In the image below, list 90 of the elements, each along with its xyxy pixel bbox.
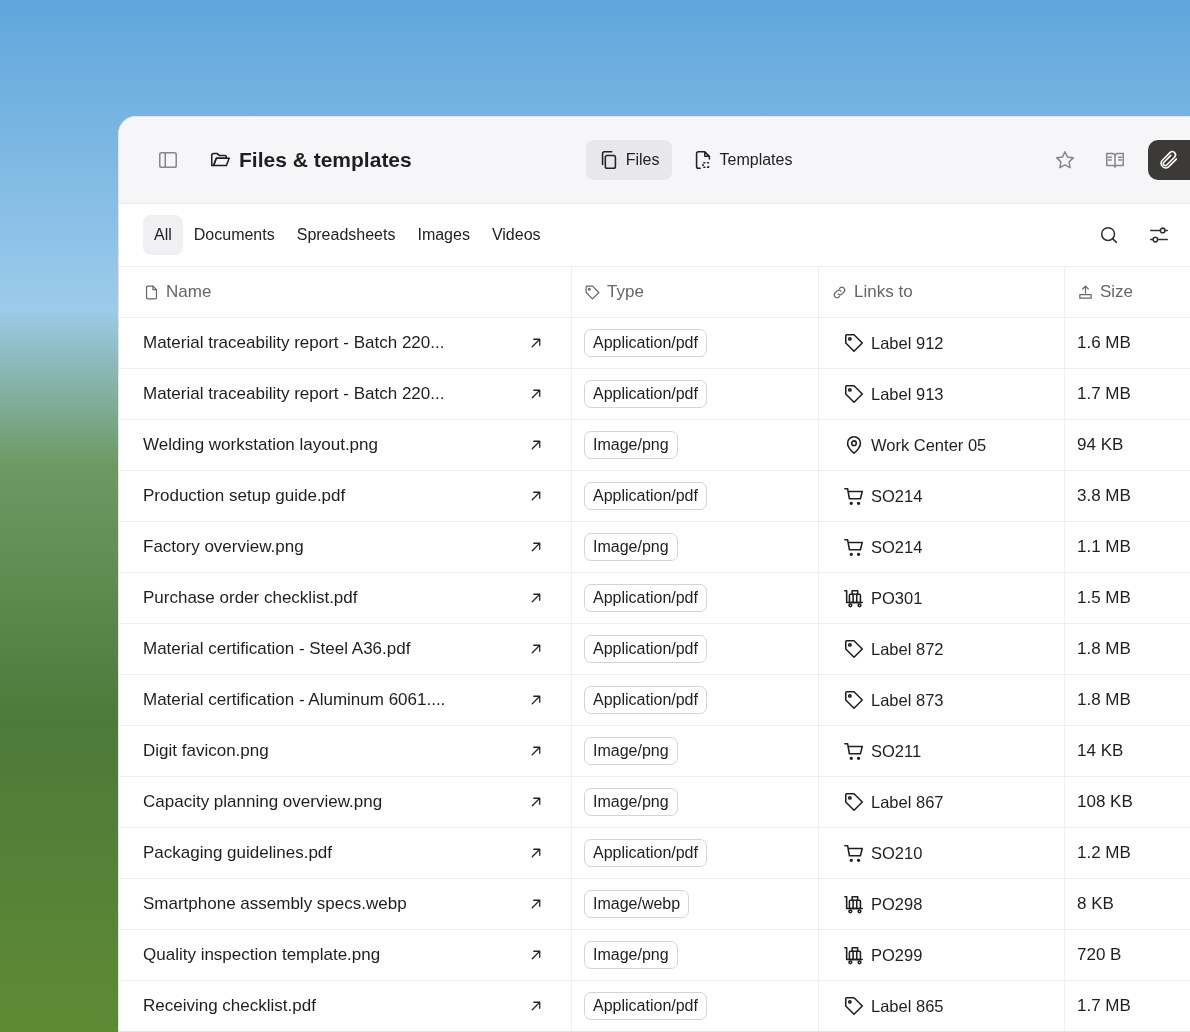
- file-name: Packaging guidelines.pdf: [143, 842, 333, 865]
- shopping-cart-icon: [843, 536, 865, 558]
- tag-icon: [843, 791, 865, 813]
- file-name: Receiving checklist.pdf: [143, 995, 316, 1018]
- file-type-tag: Image/webp: [584, 890, 690, 918]
- file-name: Material certification - Aluminum 6061....: [143, 689, 446, 712]
- file-type-tag: Image/png: [584, 533, 678, 561]
- file-size: 8 KB: [1077, 893, 1114, 916]
- file-size: 1.8 MB: [1077, 689, 1131, 712]
- tag-icon: [843, 638, 865, 660]
- linked-record[interactable]: Label 913: [871, 381, 944, 407]
- sliders-icon: [1148, 224, 1170, 246]
- file-type-tag: Application/pdf: [584, 992, 707, 1020]
- trolley-icon: [843, 587, 865, 609]
- linked-record[interactable]: SO211: [871, 738, 922, 764]
- linked-record[interactable]: Label 912: [871, 330, 944, 356]
- file-size: 14 KB: [1077, 740, 1124, 763]
- file-type-tag: Application/pdf: [584, 482, 707, 510]
- file-size: 1.5 MB: [1077, 587, 1131, 610]
- paperclip-icon: [1158, 149, 1180, 171]
- linked-record[interactable]: SO210: [871, 840, 923, 866]
- trolley-icon: [843, 944, 865, 966]
- file-size: 1.6 MB: [1077, 332, 1131, 355]
- tag-icon: [584, 283, 601, 301]
- linked-record[interactable]: PO301: [871, 585, 923, 611]
- linked-record[interactable]: Label 865: [871, 993, 944, 1019]
- filter-tab[interactable]: Documents: [182, 215, 286, 255]
- tag-icon: [843, 689, 865, 711]
- file-name: Digit favicon.png: [143, 740, 269, 763]
- file-size: 1.7 MB: [1077, 995, 1131, 1018]
- file-name: Smartphone assembly specs.webp: [143, 893, 407, 916]
- tag-icon: [843, 383, 865, 405]
- document-icon: [143, 283, 160, 301]
- file-type-tag: Application/pdf: [584, 329, 707, 357]
- file-type-tag: Application/pdf: [584, 584, 707, 612]
- star-icon: [1054, 149, 1076, 171]
- filter-tab[interactable]: Spreadsheets: [285, 215, 407, 255]
- file-type-tag: Application/pdf: [584, 686, 707, 714]
- file-size: 1.1 MB: [1077, 536, 1131, 559]
- linked-record[interactable]: PO298: [871, 891, 923, 917]
- linked-record[interactable]: PO299: [871, 942, 923, 968]
- file-type-tag: Image/png: [584, 788, 678, 816]
- file-name: Welding workstation layout.png: [143, 434, 378, 457]
- trolley-icon: [843, 893, 865, 915]
- file-name: Purchase order checklist.pdf: [143, 587, 358, 610]
- view-tab[interactable]: Templates: [679, 140, 805, 180]
- shopping-cart-icon: [843, 740, 865, 762]
- file-size: 1.7 MB: [1077, 383, 1131, 406]
- filter-tab[interactable]: All: [143, 215, 183, 255]
- file-size: 1.2 MB: [1077, 842, 1131, 865]
- column-header: Type: [607, 281, 644, 304]
- file-name: Material traceability report - Batch 220...: [143, 383, 445, 406]
- shopping-cart-icon: [843, 485, 865, 507]
- file-name: Material certification - Steel A36.pdf: [143, 638, 411, 661]
- file-size: 720 B: [1077, 944, 1122, 967]
- linked-record[interactable]: SO214: [871, 483, 923, 509]
- file-name: Production setup guide.pdf: [143, 485, 346, 508]
- linked-record[interactable]: Label 867: [871, 789, 944, 815]
- file-type-tag: Image/png: [584, 941, 678, 969]
- file-type-tag: Application/pdf: [584, 635, 707, 663]
- file-type-tag: Application/pdf: [584, 839, 707, 867]
- linked-record[interactable]: Work Center 05: [871, 432, 987, 458]
- linked-record[interactable]: Label 873: [871, 687, 944, 713]
- column-header: Name: [166, 281, 212, 304]
- linked-record[interactable]: SO214: [871, 534, 923, 560]
- shopping-cart-icon: [843, 842, 865, 864]
- sidebar-icon: [157, 149, 179, 171]
- filter-tab[interactable]: Images: [406, 215, 481, 255]
- file-size: 3.8 MB: [1077, 485, 1131, 508]
- file-name: Factory overview.png: [143, 536, 304, 559]
- linked-record[interactable]: Label 872: [871, 636, 944, 662]
- file-name: Quality inspection template.png: [143, 944, 381, 967]
- view-tab[interactable]: Files: [585, 140, 672, 180]
- column-header: Size: [1100, 281, 1134, 304]
- page-title: Files & templates: [239, 147, 412, 173]
- file-name: Material traceability report - Batch 220...: [143, 332, 445, 355]
- column-header: Links to: [854, 281, 913, 304]
- search-icon: [1098, 224, 1120, 246]
- file-type-tag: Application/pdf: [584, 380, 707, 408]
- file-size: 108 KB: [1077, 791, 1133, 814]
- file-type-tag: Image/png: [584, 737, 678, 765]
- file-name: Capacity planning overview.png: [143, 791, 383, 814]
- filter-tab[interactable]: Videos: [480, 215, 552, 255]
- tag-icon: [843, 332, 865, 354]
- tag-icon: [843, 995, 865, 1017]
- file-type-tag: Image/png: [584, 431, 678, 459]
- attachments-button[interactable]: [1148, 140, 1190, 180]
- upload-icon: [1077, 283, 1094, 301]
- file-size: 94 KB: [1077, 434, 1124, 457]
- file-size: 1.8 MB: [1077, 638, 1131, 661]
